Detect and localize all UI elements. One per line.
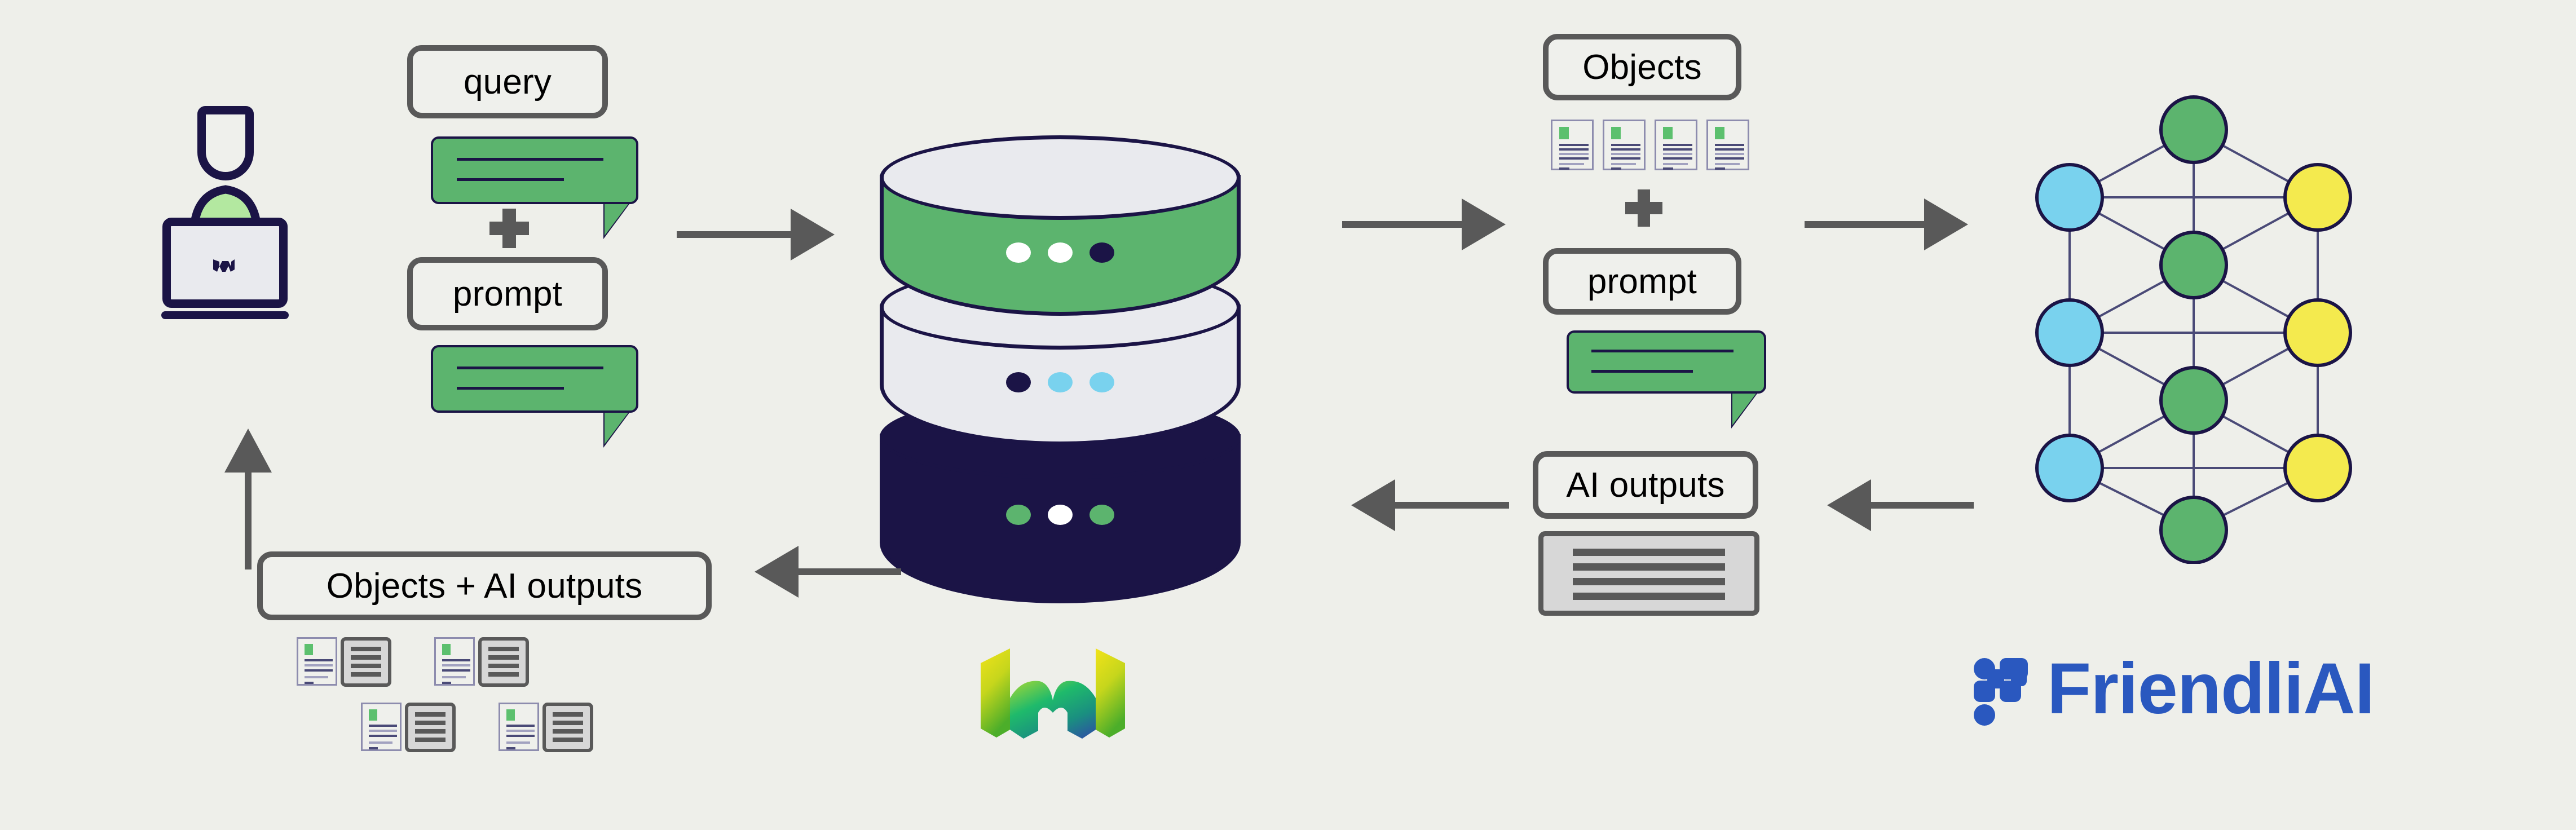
ai-output-card-icon <box>341 637 391 687</box>
objects-label: Objects <box>1543 34 1741 100</box>
arrow-ai-outputs-to-database <box>1351 479 1509 531</box>
ai-output-card-icon <box>405 703 456 752</box>
arrow-objects-to-model <box>1805 198 1968 250</box>
document-icon <box>361 703 402 751</box>
ai-outputs-label: AI outputs <box>1533 451 1758 519</box>
net-node-input-2 <box>2035 298 2104 367</box>
document-icon <box>297 637 337 686</box>
results-pair-row-2 <box>361 703 593 752</box>
plus-icon-objects-prompt <box>1625 189 1662 227</box>
retrieval-prompt-label: prompt <box>1543 248 1741 315</box>
document-icon <box>434 637 475 686</box>
arrow-user-to-database <box>677 209 835 261</box>
query-label: query <box>407 45 608 118</box>
result-pair <box>499 703 593 752</box>
net-node-output-1 <box>2283 163 2352 232</box>
friendliai-mark-icon <box>1974 656 2028 726</box>
diagram-canvas: query prompt Objects prompt FriendliAI A… <box>0 0 2576 830</box>
result-pair <box>297 637 391 687</box>
prompt-label: prompt <box>407 257 608 330</box>
results-pair-row-1 <box>297 637 529 687</box>
document-icon <box>1655 120 1697 170</box>
net-node-input-1 <box>2035 163 2104 232</box>
weaviate-logo <box>981 648 1125 739</box>
user-head-icon <box>197 106 254 180</box>
arrow-database-to-objects <box>1342 198 1506 250</box>
retrieval-prompt-speech-bubble <box>1567 330 1766 429</box>
prompt-speech-bubble <box>431 345 638 448</box>
net-node-hidden-4 <box>2159 496 2228 564</box>
result-pair <box>361 703 456 752</box>
query-speech-bubble <box>431 136 638 239</box>
net-node-hidden-1 <box>2159 95 2228 164</box>
database-dots-green <box>1006 242 1114 263</box>
weaviate-w-mark-icon <box>213 259 235 272</box>
document-icon <box>1603 120 1646 170</box>
friendliai-logo: FriendliAI <box>1974 647 2375 730</box>
arrow-results-to-user <box>224 429 272 569</box>
net-node-output-2 <box>2283 298 2352 367</box>
net-node-hidden-3 <box>2159 366 2228 435</box>
neural-network-graph <box>2035 95 2352 564</box>
net-node-output-3 <box>2283 434 2352 502</box>
database-dots-light <box>1006 372 1114 392</box>
document-icon <box>499 703 539 751</box>
arrow-model-to-ai-outputs <box>1827 479 1974 531</box>
net-node-hidden-2 <box>2159 231 2228 299</box>
result-pair <box>434 637 529 687</box>
database-band-green-top <box>880 135 1241 220</box>
user-at-laptop-icon <box>161 106 289 321</box>
net-node-input-3 <box>2035 434 2104 502</box>
weaviate-vector-database <box>880 130 1241 615</box>
ai-output-card-icon <box>478 637 529 687</box>
document-icon <box>1551 120 1594 170</box>
ai-output-card-icon <box>542 703 593 752</box>
ai-output-card-icon <box>1538 531 1759 616</box>
laptop-base <box>161 311 289 319</box>
results-label: Objects + AI outputs <box>257 551 712 620</box>
objects-document-list <box>1551 120 1749 170</box>
database-dots-navy <box>1006 505 1114 525</box>
friendliai-wordmark: FriendliAI <box>2047 648 2375 729</box>
plus-icon-query-prompt <box>489 209 529 248</box>
document-icon <box>1706 120 1749 170</box>
arrow-database-to-results <box>755 546 901 598</box>
